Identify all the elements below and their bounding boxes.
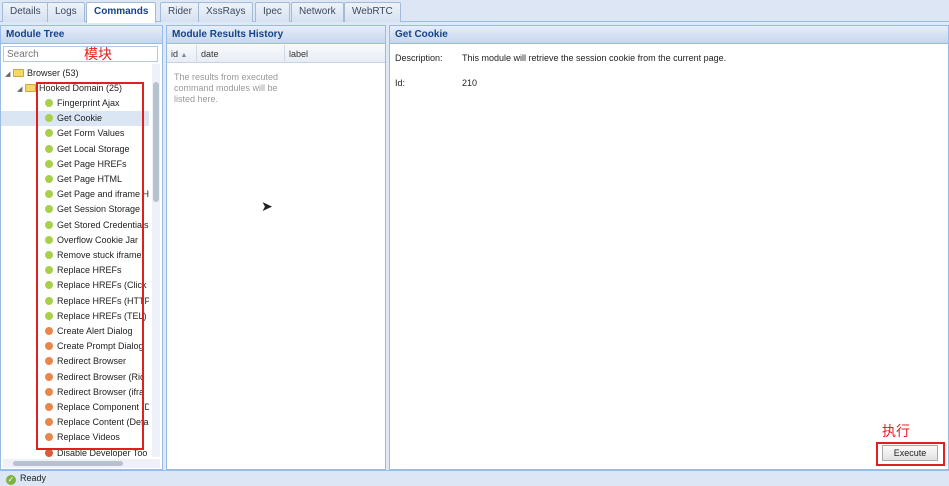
column-id[interactable]: id ▲ (167, 45, 197, 63)
command-detail-panel: Get Cookie Description: This module will… (389, 25, 949, 470)
modules-highlight-box (36, 82, 144, 450)
column-label[interactable]: label (285, 45, 385, 63)
tree-horizontal-scrollbar[interactable] (3, 459, 160, 468)
tab-rider[interactable]: Rider (160, 2, 200, 22)
id-value: 210 (462, 78, 478, 88)
collapse-arrow-icon[interactable]: ◢ (17, 82, 25, 97)
tab-xssrays[interactable]: XssRays (198, 2, 254, 22)
results-title: Module Results History (167, 26, 385, 44)
execute-highlight-box (876, 442, 945, 466)
tree-node-label: Browser (53) (27, 68, 79, 78)
sort-asc-icon: ▲ (180, 52, 188, 59)
folder-icon (13, 69, 24, 77)
collapse-arrow-icon[interactable]: ◢ (5, 67, 13, 82)
empty-results-message: The results from executed command module… (174, 72, 279, 104)
mouse-cursor-icon: ➤ (261, 198, 273, 214)
scroll-thumb[interactable] (13, 461, 123, 466)
description-text: This module will retrieve the session co… (462, 53, 727, 63)
description-label: Description: (395, 53, 443, 63)
status-text: Ready (20, 473, 47, 483)
module-tree-title: Module Tree (1, 26, 162, 44)
tab-commands[interactable]: Commands (86, 2, 157, 23)
search-input[interactable] (3, 46, 158, 62)
folder-icon (25, 84, 36, 92)
tab-logs[interactable]: Logs (47, 2, 85, 22)
id-label: Id: (395, 78, 406, 88)
status-bar: ✓ Ready (0, 470, 949, 486)
tab-webrtc[interactable]: WebRTC (344, 2, 401, 22)
tree-node-browser[interactable]: ◢ Browser (53) (5, 66, 79, 81)
ready-check-icon: ✓ (6, 475, 16, 485)
tree-vertical-scrollbar[interactable] (152, 64, 160, 457)
modules-annotation: 模块 (84, 47, 112, 63)
results-grid-header: id ▲ date label (167, 45, 385, 63)
tab-ipec[interactable]: Ipec (255, 2, 290, 22)
scroll-thumb[interactable] (153, 82, 159, 202)
column-date[interactable]: date (197, 45, 285, 63)
tab-bar: Details Logs Commands Rider XssRays Ipec… (0, 0, 949, 23)
command-title: Get Cookie (390, 26, 948, 44)
tab-details[interactable]: Details (2, 2, 49, 22)
execute-annotation: 执行 (882, 424, 910, 440)
tab-network[interactable]: Network (291, 2, 344, 22)
results-panel: Module Results History id ▲ date label T… (166, 25, 386, 470)
